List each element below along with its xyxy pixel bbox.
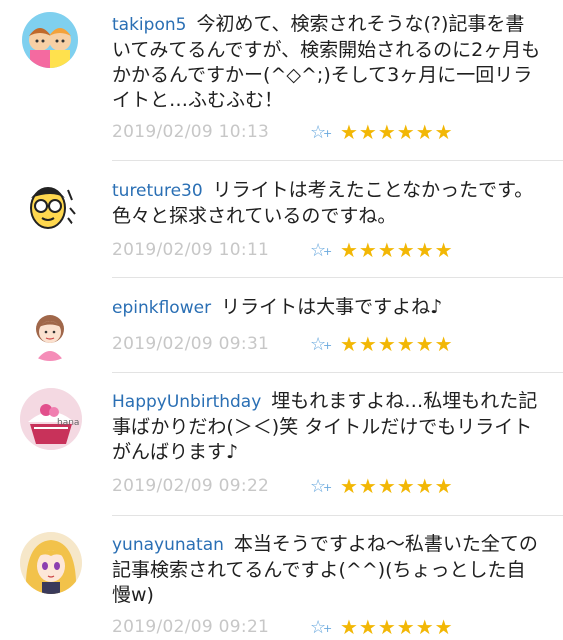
comment-text: epinkflower リライトは大事ですよね♪ xyxy=(112,296,443,318)
cupcake-avatar-icon[interactable]: hana xyxy=(20,388,82,450)
divider xyxy=(112,277,563,278)
star-rating[interactable]: ★★★★★★ xyxy=(340,474,454,498)
username-link[interactable]: yunayunatan xyxy=(112,535,224,555)
star-rating[interactable]: ★★★★★★ xyxy=(340,238,454,262)
comment-list: takipon5 今初めて、検索されそうな(?)記事を書いてみてるんですが、検索開… xyxy=(0,0,563,640)
two-kids-avatar-icon[interactable] xyxy=(22,12,78,68)
comment-timestamp: 2019/02/09 10:13 xyxy=(112,122,270,142)
glasses-man-avatar-icon[interactable] xyxy=(22,178,78,234)
add-star-icon[interactable]: ☆ + xyxy=(310,617,340,638)
comment-meta: 2019/02/09 09:21 ☆ + ★★★★★★ xyxy=(112,614,454,640)
comment-text: HappyUnbirthday 埋もれますよね…私埋もれた記事ばかりだわ(＞＜)笑… xyxy=(112,390,538,463)
add-star-icon[interactable]: ☆ + xyxy=(310,476,340,497)
username-link[interactable]: HappyUnbirthday xyxy=(112,392,261,412)
divider xyxy=(112,515,563,516)
star-rating[interactable]: ★★★★★★ xyxy=(340,615,454,639)
star-rating[interactable]: ★★★★★★ xyxy=(340,332,454,356)
comment-timestamp: 2019/02/09 09:22 xyxy=(112,476,270,496)
star-rating[interactable]: ★★★★★★ xyxy=(340,120,454,144)
comment-timestamp: 2019/02/09 10:11 xyxy=(112,240,270,260)
comment-meta: 2019/02/09 10:13 ☆ + ★★★★★★ xyxy=(112,119,454,145)
anime-girl-avatar-icon[interactable] xyxy=(20,532,82,594)
add-star-icon[interactable]: ☆ + xyxy=(310,240,340,261)
username-link[interactable]: epinkflower xyxy=(112,298,211,318)
username-link[interactable]: tureture30 xyxy=(112,181,203,201)
comment-text: tureture30 リライトは考えたことなかったです。 色々と探求されているので… xyxy=(112,179,534,227)
add-star-icon[interactable]: ☆ + xyxy=(310,122,340,143)
username-link[interactable]: takipon5 xyxy=(112,15,186,35)
comment-meta: 2019/02/09 09:22 ☆ + ★★★★★★ xyxy=(112,473,454,499)
comment-meta: 2019/02/09 10:11 ☆ + ★★★★★★ xyxy=(112,237,454,263)
pink-girl-avatar-icon[interactable] xyxy=(22,305,78,361)
divider xyxy=(112,372,563,373)
comment-timestamp: 2019/02/09 09:31 xyxy=(112,334,270,354)
avatar-label: hana xyxy=(57,418,79,428)
add-star-icon[interactable]: ☆ + xyxy=(310,334,340,355)
comment-text: yunayunatan 本当そうですよね〜私書いた全ての記事検索されてるんですよ(… xyxy=(112,533,538,606)
comment-meta: 2019/02/09 09:31 ☆ + ★★★★★★ xyxy=(112,331,454,357)
comment-text: takipon5 今初めて、検索されそうな(?)記事を書いてみてるんですが、検索開… xyxy=(112,13,541,111)
divider xyxy=(112,160,563,161)
comment-timestamp: 2019/02/09 09:21 xyxy=(112,617,270,637)
